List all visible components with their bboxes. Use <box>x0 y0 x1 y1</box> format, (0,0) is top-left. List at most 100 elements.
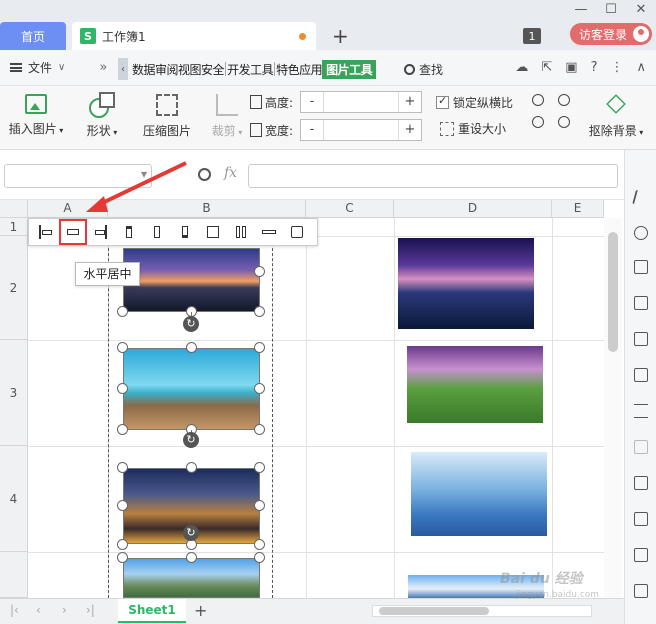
width-stepper[interactable]: - + <box>300 119 422 141</box>
shapes-icon[interactable] <box>634 226 648 240</box>
resize-handle[interactable] <box>186 552 197 563</box>
row-header-1[interactable]: 1 <box>0 218 28 236</box>
first-sheet-icon[interactable]: |‹ <box>10 603 19 617</box>
chart-icon[interactable] <box>634 368 648 382</box>
table-icon[interactable] <box>634 296 648 310</box>
align-left-icon[interactable] <box>33 221 57 243</box>
visitor-login-button[interactable]: 访客登录 <box>570 23 652 45</box>
close-icon[interactable]: ✕ <box>626 0 656 22</box>
resize-handle[interactable] <box>117 552 128 563</box>
distribute-horizontal-icon[interactable] <box>229 221 253 243</box>
tab-home[interactable]: 首页 <box>0 22 66 50</box>
prev-sheet-icon[interactable]: ‹ <box>36 603 41 617</box>
help-icon[interactable]: ? <box>591 60 598 75</box>
more-menus-button[interactable]: » <box>99 60 107 75</box>
select-icon[interactable] <box>632 190 644 204</box>
resize-handle[interactable] <box>254 539 265 550</box>
picture-panel-icon[interactable] <box>634 476 648 490</box>
crop-button[interactable]: 裁剪 ▾ <box>210 94 244 139</box>
resize-handle[interactable] <box>117 383 128 394</box>
column-header-a[interactable]: A <box>28 200 108 218</box>
picture-misty-mountains[interactable] <box>411 452 547 536</box>
tab-security[interactable]: 安全 <box>201 61 225 78</box>
row-header-4[interactable]: 4 <box>0 446 28 552</box>
resize-handle[interactable] <box>117 539 128 550</box>
last-sheet-icon[interactable]: ›| <box>86 603 95 617</box>
resize-handle[interactable] <box>254 552 265 563</box>
fx-icon[interactable]: fx <box>224 165 237 181</box>
tab-review[interactable]: 审阅 <box>155 61 179 78</box>
tab-data[interactable]: 数据 <box>132 61 156 78</box>
resize-handle[interactable] <box>254 306 265 317</box>
resize-handle[interactable] <box>186 342 197 353</box>
share-icon[interactable]: ⇱ <box>541 60 552 75</box>
window-count-badge[interactable]: 1 <box>523 28 541 44</box>
collapse-ribbon-icon[interactable]: ∧ <box>636 60 646 75</box>
width-input[interactable] <box>323 120 399 140</box>
more-icon[interactable]: ⋮ <box>610 60 623 75</box>
formula-input[interactable] <box>248 164 618 188</box>
fill-icon[interactable] <box>634 260 648 274</box>
new-tab-button[interactable]: + <box>332 24 349 48</box>
resize-handle[interactable] <box>254 500 265 511</box>
align-bottom-icon[interactable] <box>173 221 197 243</box>
picture-waterfall[interactable] <box>407 346 543 423</box>
tab-special-apps[interactable]: 特色应用 <box>276 61 323 78</box>
tab-developer[interactable]: 开发工具 <box>227 61 274 78</box>
add-sheet-button[interactable]: + <box>194 601 207 620</box>
resize-handle[interactable] <box>254 424 265 435</box>
resize-handle[interactable] <box>186 462 197 473</box>
name-box[interactable] <box>4 164 152 188</box>
row-header-5[interactable] <box>0 552 28 598</box>
width-decrease-button[interactable]: - <box>301 120 323 140</box>
align-center-horizontal-icon[interactable] <box>59 219 87 245</box>
insert-picture-button[interactable]: 插入图片 ▾ <box>6 94 66 137</box>
column-header-e[interactable]: E <box>552 200 604 218</box>
resize-handle[interactable] <box>254 342 265 353</box>
shape-button[interactable]: 形状 ▾ <box>84 92 120 139</box>
vertical-scrollbar[interactable] <box>604 218 622 598</box>
minimize-icon[interactable]: — <box>566 0 596 22</box>
height-input[interactable] <box>323 92 399 112</box>
rotate-icon[interactable]: ↻ <box>183 432 199 448</box>
width-increase-button[interactable]: + <box>399 120 421 140</box>
brightness-up-icon[interactable] <box>532 94 544 106</box>
export-icon[interactable] <box>634 512 648 526</box>
apps-icon[interactable] <box>634 332 648 346</box>
resize-handle[interactable] <box>254 383 265 394</box>
file-menu[interactable]: 文件 ∨ <box>10 59 65 76</box>
distribute-vertical-icon[interactable] <box>257 221 281 243</box>
height-increase-button[interactable]: + <box>399 92 421 112</box>
contrast-up-icon[interactable] <box>558 94 570 106</box>
settings-sliders-icon[interactable] <box>634 404 648 418</box>
tab-workbook[interactable]: S 工作簿1 <box>72 22 316 50</box>
resize-handle[interactable] <box>117 424 128 435</box>
resize-handle[interactable] <box>117 306 128 317</box>
remove-background-button[interactable]: 抠除背景 ▾ <box>588 94 644 139</box>
scroll-thumb[interactable] <box>608 232 618 352</box>
sheet-tab-sheet1[interactable]: Sheet1 <box>118 599 186 623</box>
lock-aspect-ratio-checkbox[interactable]: 锁定纵横比 <box>436 94 513 111</box>
template-icon[interactable]: ▣ <box>565 60 577 75</box>
distribute-center-icon[interactable] <box>201 221 225 243</box>
compress-picture-button[interactable]: 压缩图片 <box>140 94 194 139</box>
height-decrease-button[interactable]: - <box>301 92 323 112</box>
maximize-icon[interactable]: ☐ <box>596 0 626 22</box>
zoom-icon[interactable] <box>198 168 211 181</box>
column-header-b[interactable]: B <box>108 200 306 218</box>
select-all-corner[interactable] <box>0 200 28 218</box>
align-right-icon[interactable] <box>89 221 113 243</box>
brightness-down-icon[interactable] <box>532 116 544 128</box>
archive-icon[interactable] <box>634 548 648 562</box>
next-sheet-icon[interactable]: › <box>62 603 67 617</box>
cloud-icon[interactable]: ☁ <box>515 60 528 75</box>
contrast-down-icon[interactable] <box>558 116 570 128</box>
tab-picture-tools[interactable]: 图片工具 <box>322 59 377 79</box>
scroll-left-icon[interactable]: ‹ <box>118 58 128 80</box>
resize-handle[interactable] <box>117 500 128 511</box>
reset-size-button[interactable]: 重设大小 <box>440 120 506 137</box>
align-middle-icon[interactable] <box>145 221 169 243</box>
scroll-thumb[interactable] <box>379 607 489 615</box>
resize-handle[interactable] <box>117 342 128 353</box>
image-icon[interactable] <box>634 584 648 598</box>
